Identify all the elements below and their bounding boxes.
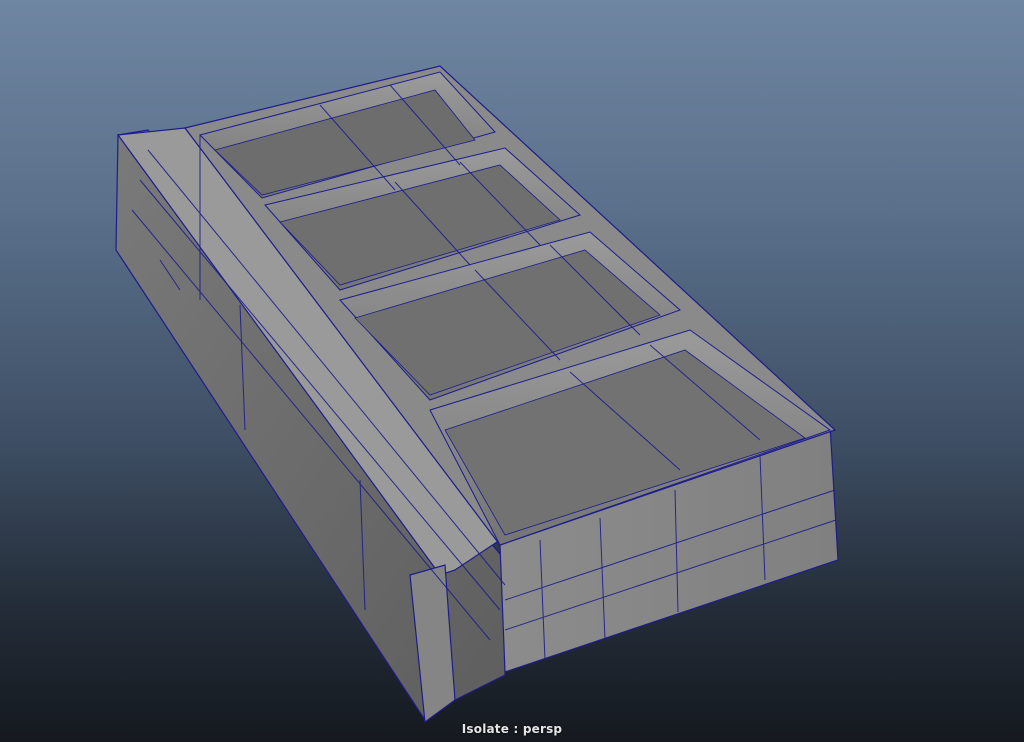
camera-label: Isolate : persp	[461, 722, 563, 736]
viewport-panel[interactable]: Isolate : persp	[0, 0, 1024, 742]
model-render[interactable]	[0, 0, 1024, 742]
